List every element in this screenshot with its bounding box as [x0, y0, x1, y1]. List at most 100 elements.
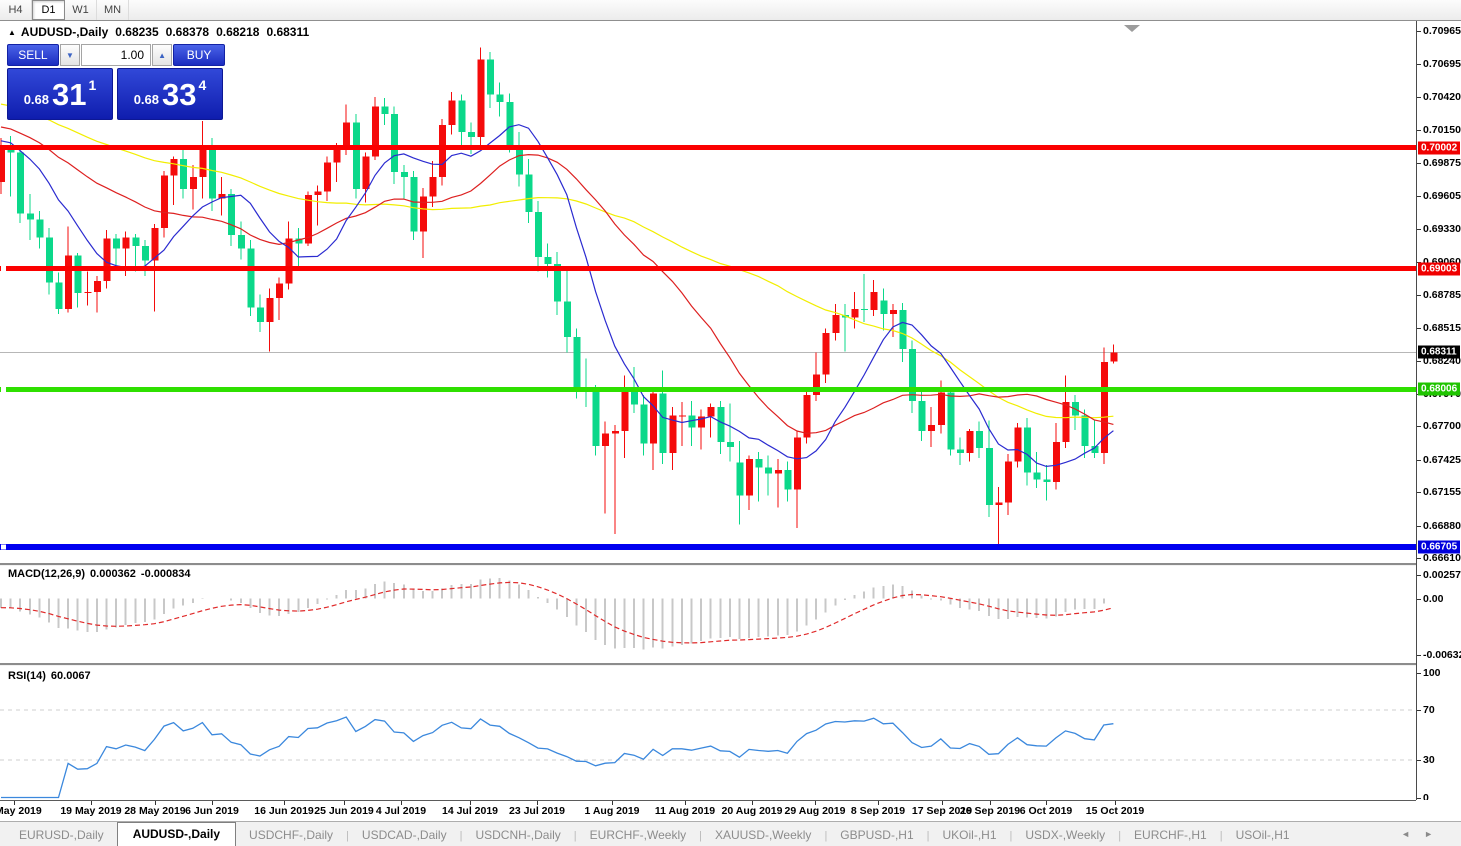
- date-axis[interactable]: 9 May 201919 May 201928 May 20196 Jun 20…: [0, 800, 1416, 822]
- macd-axis-tick: [1417, 599, 1421, 600]
- price-axis-tick: [1417, 295, 1421, 296]
- rsi-label: RSI(14) 60.0067: [8, 670, 96, 682]
- chart-tab-usdcad-daily[interactable]: USDCAD-,Daily: [349, 825, 460, 846]
- rsi-name: RSI(14): [8, 670, 46, 682]
- price-axis-label: 0.70420: [1423, 91, 1461, 103]
- price-axis-label: 0.67425: [1423, 454, 1461, 466]
- timeframe-button-mn[interactable]: MN: [97, 0, 129, 20]
- chart-shift-marker-icon[interactable]: [1124, 25, 1140, 32]
- price-axis-tick: [1417, 426, 1421, 427]
- macd-signal-line: [1, 582, 1113, 643]
- macd-histogram: [1, 578, 1113, 649]
- timeframe-button-w1[interactable]: W1: [65, 0, 97, 20]
- axis-corner: [1416, 800, 1461, 821]
- rsi-axis-tick: [1417, 710, 1421, 711]
- timeframe-button-h4[interactable]: H4: [0, 0, 32, 20]
- price-axis-tick: [1417, 526, 1421, 527]
- date-axis-label: 1 Aug 2019: [584, 805, 639, 817]
- volume-input[interactable]: [81, 44, 151, 66]
- trading-terminal-window: H4D1W1MN ▲ AUDUSD-,Daily 0.68235 0.68378 0.6…: [0, 0, 1461, 846]
- line-handle[interactable]: [1, 266, 6, 271]
- buy-button[interactable]: BUY: [173, 44, 225, 66]
- macd-label: MACD(12,26,9)0.000362-0.000834: [8, 568, 195, 580]
- price-axis-tick: [1417, 460, 1421, 461]
- one-click-trading-panel: SELL ▼ ▲ BUY 0.68 31 1 0.68 33 4: [7, 44, 225, 120]
- price-axis-label: 0.69330: [1423, 223, 1461, 235]
- sell-price-quote[interactable]: 0.68 31 1: [7, 68, 113, 120]
- chart-tab-eurusd-daily[interactable]: EURUSD-,Daily: [6, 825, 117, 846]
- chart-tab-ukoil-h1[interactable]: UKOil-,H1: [930, 825, 1010, 846]
- date-axis-label: 6 Jun 2019: [185, 805, 239, 817]
- macd-panel-plot[interactable]: [0, 565, 1416, 662]
- symbol-period-label: AUDUSD-,Daily: [21, 25, 108, 39]
- sell-button[interactable]: SELL: [7, 44, 59, 66]
- date-axis-label: 14 Jul 2019: [442, 805, 498, 817]
- date-axis-label: 19 May 2019: [60, 805, 121, 817]
- ohlc-high: 0.68378: [166, 25, 209, 39]
- price-tag-0.68006: 0.68006: [1418, 383, 1460, 396]
- ohlc-close: 0.68311: [266, 25, 309, 39]
- chart-tab-usoil-h1[interactable]: USOil-,H1: [1223, 825, 1303, 846]
- date-axis-label: 20 Aug 2019: [722, 805, 783, 817]
- tab-scroll-left-icon[interactable]: ◄: [1401, 829, 1424, 839]
- ohlc-open: 0.68235: [115, 25, 158, 39]
- price-axis-tick: [1417, 97, 1421, 98]
- price-tag-0.66705: 0.66705: [1418, 540, 1460, 553]
- collapse-panel-icon[interactable]: ▲: [8, 28, 16, 37]
- timeframe-button-d1[interactable]: D1: [32, 0, 65, 20]
- price-axis-label: 0.70695: [1423, 58, 1461, 70]
- chart-tab-usdchf-daily[interactable]: USDCHF-,Daily: [236, 825, 346, 846]
- price-axis-tick: [1417, 361, 1421, 362]
- chart-tab-bar: EURUSD-,DailyAUDUSD-,DailyUSDCHF-,Daily|…: [0, 821, 1461, 846]
- price-axis-label: 0.69875: [1423, 157, 1461, 169]
- price-tag-0.69003: 0.69003: [1418, 262, 1460, 275]
- date-axis-label: 9 May 2019: [0, 805, 42, 817]
- rsi-line: [1, 717, 1113, 798]
- chart-tab-gbpusd-h1[interactable]: GBPUSD-,H1: [827, 825, 926, 846]
- ohlc-low: 0.68218: [216, 25, 259, 39]
- macd-axis-tick: [1417, 575, 1421, 576]
- buy-price-quote[interactable]: 0.68 33 4: [117, 68, 223, 120]
- date-axis-label: 4 Jul 2019: [376, 805, 426, 817]
- price-axis-label: 0.66880: [1423, 520, 1461, 532]
- chart-tab-audusd-daily[interactable]: AUDUSD-,Daily: [117, 822, 236, 846]
- sell-price-point: 1: [89, 77, 97, 93]
- price-axis-label: 0.67155: [1423, 486, 1461, 498]
- volume-decrease-button[interactable]: ▼: [60, 44, 80, 66]
- price-axis-label: 0.67700: [1423, 420, 1461, 432]
- line-handle[interactable]: [1, 544, 6, 549]
- macd-name: MACD(12,26,9): [8, 568, 85, 580]
- timeframe-toolbar: H4D1W1MN: [0, 0, 1461, 21]
- price-axis-tick: [1417, 31, 1421, 32]
- price-tag-0.70002: 0.70002: [1418, 141, 1460, 154]
- price-axis-tick: [1417, 196, 1421, 197]
- candlesticks[interactable]: [0, 47, 1117, 546]
- chart-tab-usdcnh-daily[interactable]: USDCNH-,Daily: [462, 825, 573, 846]
- chart-tab-eurchf-h1[interactable]: EURCHF-,H1: [1121, 825, 1220, 846]
- price-axis-label: 0.70150: [1423, 124, 1461, 136]
- price-axis[interactable]: 0.70965 0.70695 0.70420 0.70150 0.69875 0.696…: [1416, 21, 1461, 800]
- date-axis-label: 25 Jun 2019: [314, 805, 374, 817]
- rsi-axis-label: 100: [1423, 667, 1441, 679]
- price-axis-label: 0.68785: [1423, 289, 1461, 301]
- price-axis-label: 0.69605: [1423, 190, 1461, 202]
- rsi-value: 60.0067: [51, 670, 91, 682]
- rsi-panel-plot[interactable]: [0, 666, 1416, 800]
- chart-window[interactable]: ▲ AUDUSD-,Daily 0.68235 0.68378 0.68218 0.683…: [0, 21, 1461, 821]
- date-axis-label: 8 Sep 2019: [851, 805, 905, 817]
- date-axis-label: 26 Sep 2019: [960, 805, 1020, 817]
- chart-tab-eurchf-weekly[interactable]: EURCHF-,Weekly: [577, 825, 699, 846]
- date-axis-label: 16 Jun 2019: [254, 805, 314, 817]
- chart-tab-xauusd-weekly[interactable]: XAUUSD-,Weekly: [702, 825, 824, 846]
- line-handle[interactable]: [1, 387, 6, 392]
- chart-title: ▲ AUDUSD-,Daily 0.68235 0.68378 0.68218 0.683…: [8, 25, 309, 39]
- chart-tab-usdx-weekly[interactable]: USDX-,Weekly: [1012, 825, 1118, 846]
- price-axis-tick: [1417, 492, 1421, 493]
- date-axis-label: 11 Aug 2019: [655, 805, 715, 817]
- tab-scroll-right-icon[interactable]: ►: [1424, 829, 1447, 839]
- date-axis-label: 6 Oct 2019: [1020, 805, 1073, 817]
- price-axis-tick: [1417, 558, 1421, 559]
- price-axis-label: 0.70965: [1423, 25, 1461, 37]
- volume-increase-button[interactable]: ▲: [152, 44, 172, 66]
- rsi-axis-label: 30: [1423, 754, 1435, 766]
